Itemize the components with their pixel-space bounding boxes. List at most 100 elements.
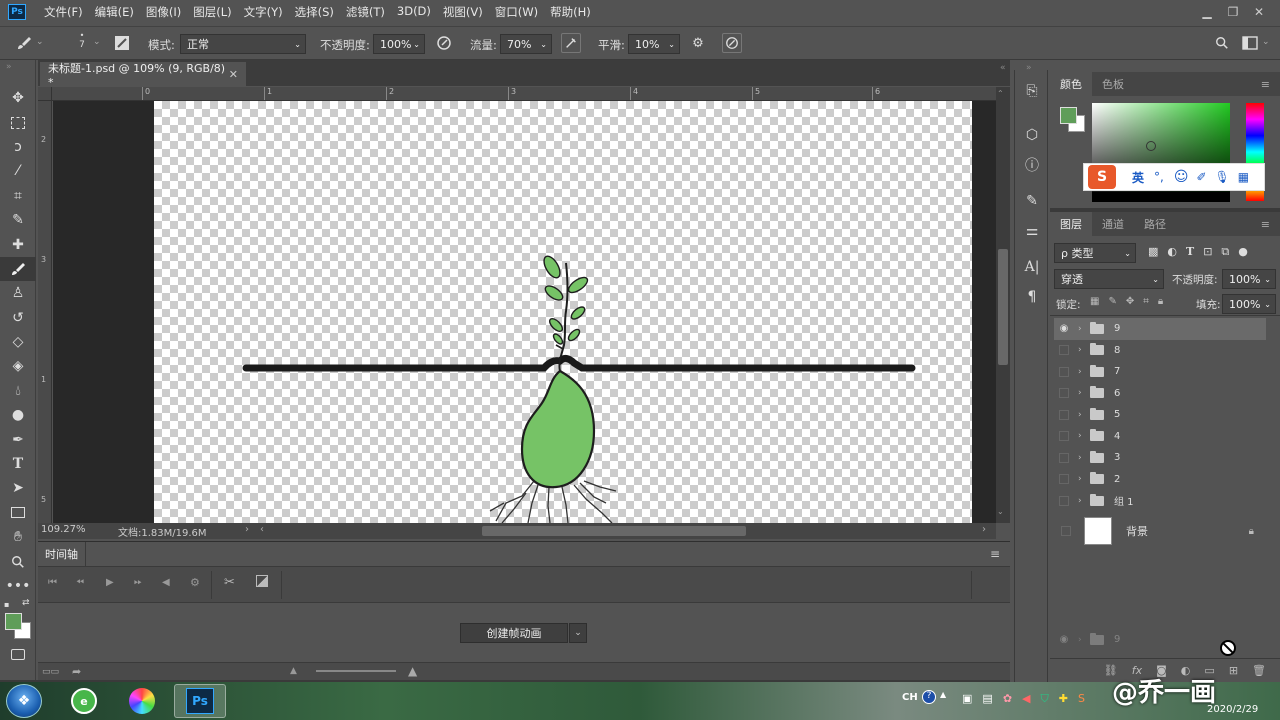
menu-item[interactable]: 3D(D) <box>391 4 437 20</box>
expand-group-icon[interactable]: › <box>1078 453 1090 463</box>
3d-panel-icon[interactable]: ⬡ <box>1015 120 1049 150</box>
layer-opacity-field[interactable]: 100% ⌄ <box>1222 269 1276 289</box>
rectangle-tool-icon[interactable] <box>0 501 36 525</box>
monitor-tray-icon[interactable]: ▣ <box>962 692 972 706</box>
frame-view-icon[interactable]: ▭▭ <box>42 667 59 677</box>
brush-tool-icon[interactable] <box>0 256 36 282</box>
smooth-field[interactable]: 10% ⌄ <box>628 34 680 54</box>
toolbox-icon[interactable]: ▦ <box>1238 170 1249 184</box>
brush-settings-icon[interactable]: ✎ <box>1015 186 1049 216</box>
tray-expand-icon[interactable]: ▲ <box>940 690 946 699</box>
vertical-scroll-thumb[interactable] <box>998 249 1008 365</box>
layer-group-row[interactable]: › 组 1 <box>1054 490 1266 512</box>
expand-group-icon[interactable]: › <box>1078 388 1090 398</box>
dodge-tool-icon[interactable]: ● <box>0 403 36 427</box>
layer-group-row[interactable]: ◉ › 9 <box>1054 318 1266 340</box>
prev-frame-icon[interactable]: ⏪︎ <box>76 577 84 588</box>
convert-icon[interactable]: ➦ <box>72 665 81 678</box>
panel-foreground-color[interactable] <box>1060 107 1077 124</box>
filter-pixel-icon[interactable]: ▩ <box>1148 245 1158 259</box>
split-icon[interactable]: ✂ <box>224 575 235 590</box>
default-colors-icon[interactable]: ▪ <box>4 600 9 609</box>
marquee-tool-icon[interactable] <box>0 110 36 134</box>
ime-language[interactable]: 英 <box>1132 169 1144 186</box>
pressure-opacity-icon[interactable] <box>434 33 454 53</box>
pen-tool-icon[interactable]: ✒ <box>0 427 36 451</box>
visibility-toggle[interactable] <box>1054 409 1074 420</box>
foreground-color-swatch[interactable] <box>5 613 22 631</box>
plus-tray-icon[interactable]: ✚ <box>1059 692 1068 706</box>
new-layer-icon[interactable]: ⊞ <box>1229 664 1238 677</box>
flower-tray-icon[interactable]: ✿ <box>1003 692 1012 706</box>
lock-all-icon[interactable]: 🔒︎ <box>1158 296 1163 307</box>
blur-tool-icon[interactable]: 💧︎ <box>0 379 36 403</box>
layer-group-row[interactable]: › 3 <box>1054 447 1266 469</box>
layer-group-row[interactable]: › 7 <box>1054 361 1266 383</box>
start-button[interactable]: ❖ <box>6 684 42 718</box>
ime-tray-icon[interactable]: S <box>1078 692 1085 706</box>
move-tool-icon[interactable]: ✥ <box>0 86 36 110</box>
pressure-size-icon[interactable] <box>722 33 742 53</box>
lock-artboard-icon[interactable]: ⌗ <box>1143 296 1149 307</box>
workspace-icon[interactable] <box>1240 33 1260 53</box>
expand-group-icon[interactable]: › <box>1078 474 1090 484</box>
menu-item[interactable]: 窗口(W) <box>489 4 544 20</box>
path-selection-tool-icon[interactable]: ➤ <box>0 476 36 500</box>
menu-item[interactable]: 帮助(H) <box>544 4 597 20</box>
crop-tool-icon[interactable]: ⌗ <box>0 184 36 208</box>
create-frame-animation-button[interactable]: 创建帧动画 <box>460 623 568 643</box>
layer-group-row[interactable]: › 8 <box>1054 340 1266 362</box>
filter-toggle-icon[interactable]: ● <box>1238 245 1248 259</box>
delete-layer-icon[interactable]: 🗑︎ <box>1252 664 1266 677</box>
lasso-tool-icon[interactable]: ↄ <box>0 135 36 159</box>
expand-group-icon[interactable]: › <box>1078 324 1090 334</box>
next-frame-icon[interactable]: ⏩︎ <box>134 577 142 588</box>
history-panel-icon[interactable]: ⎘ <box>1015 76 1049 106</box>
paragraph-panel-icon[interactable]: ¶ <box>1015 282 1049 312</box>
help-tray-icon[interactable]: ? <box>922 690 936 704</box>
visibility-toggle[interactable] <box>1061 526 1071 536</box>
info-panel-icon[interactable]: ⓘ <box>1015 150 1049 180</box>
microphone-icon[interactable]: 🎙︎ <box>1215 170 1230 184</box>
restore-button[interactable]: ❐ <box>1220 2 1246 22</box>
opacity-field[interactable]: 100% ⌄ <box>373 34 425 54</box>
tab-channels[interactable]: 通道 <box>1092 212 1134 236</box>
horizontal-scroll-thumb[interactable] <box>482 526 746 536</box>
zoom-in-timeline-icon[interactable]: ▲ <box>408 664 417 678</box>
timeline-tab[interactable]: 时间轴 <box>38 542 86 566</box>
timeline-zoom-slider[interactable] <box>316 670 396 672</box>
expand-group-icon[interactable]: › <box>1078 410 1090 420</box>
filter-adjustment-icon[interactable]: ◐ <box>1167 245 1177 259</box>
zoom-tool-icon[interactable] <box>0 549 36 573</box>
first-frame-icon[interactable]: ⏮ <box>48 577 57 588</box>
visibility-toggle[interactable] <box>1054 366 1074 377</box>
gear-icon[interactable]: ⚙ <box>688 33 708 53</box>
adjustments-icon[interactable]: ⚌ <box>1015 216 1049 246</box>
history-brush-tool-icon[interactable]: ↺ <box>0 306 36 330</box>
filter-smart-object-icon[interactable]: ⧉ <box>1221 245 1229 259</box>
color-panel-menu-icon[interactable]: ≡ <box>1251 72 1280 96</box>
close-window-button[interactable]: ✕ <box>1246 2 1272 22</box>
taskbar-app-browser[interactable]: e <box>58 684 110 718</box>
visibility-toggle[interactable] <box>1054 388 1074 399</box>
expand-group-icon[interactable]: › <box>1078 496 1090 506</box>
layer-group-row[interactable]: › 2 <box>1054 469 1266 491</box>
layer-background[interactable]: 背景 🔒︎ <box>1054 516 1266 546</box>
paint-bucket-tool-icon[interactable]: ◈ <box>0 354 36 378</box>
timeline-settings-icon[interactable]: ⚙ <box>190 576 200 589</box>
expand-group-icon[interactable]: › <box>1078 367 1090 377</box>
input-language[interactable]: CH <box>902 692 918 703</box>
layer-group-row[interactable]: › 4 <box>1054 426 1266 448</box>
layers-panel-menu-icon[interactable]: ≡ <box>1251 212 1280 236</box>
search-icon[interactable] <box>1212 33 1232 53</box>
character-panel-icon[interactable]: A| <box>1015 252 1049 282</box>
menu-item[interactable]: 图像(I) <box>140 4 187 20</box>
tab-layers[interactable]: 图层 <box>1050 212 1092 236</box>
expand-group-icon[interactable]: › <box>1078 345 1090 355</box>
timeline-menu-icon[interactable]: ≡ <box>990 547 1000 561</box>
filter-type-icon[interactable]: T <box>1186 245 1194 259</box>
menu-item[interactable]: 文件(F) <box>38 4 89 20</box>
status-menu-arrow[interactable]: › <box>245 524 249 535</box>
mode-dropdown[interactable]: 正常 ⌄ <box>180 34 306 54</box>
menu-item[interactable]: 编辑(E) <box>89 4 140 20</box>
